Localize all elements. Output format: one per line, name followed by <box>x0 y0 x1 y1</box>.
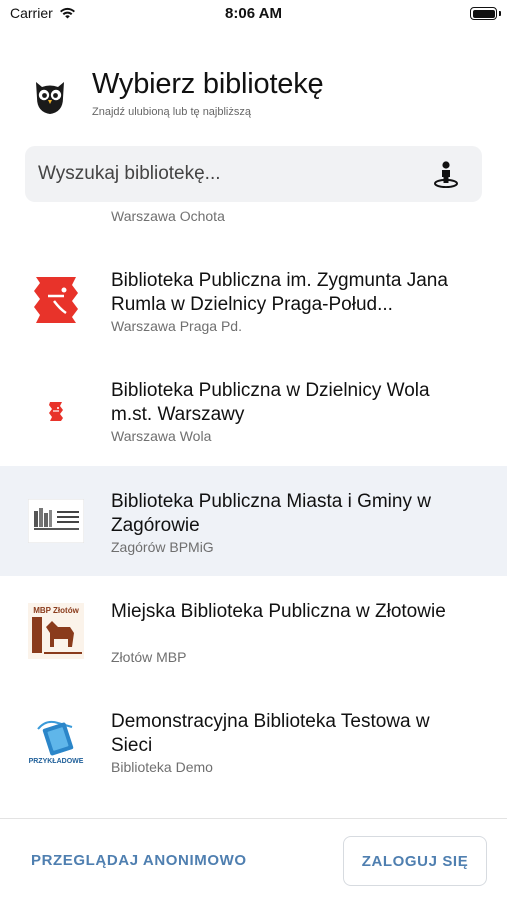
search-input[interactable] <box>38 146 428 202</box>
library-name: Biblioteka Publiczna w Dzielnicy Wola m.… <box>111 380 430 425</box>
footer: PRZEGLĄDAJ ANONIMOWO ZALOGUJ SIĘ <box>0 818 507 900</box>
library-row[interactable]: PRZYKŁADOWE Demonstracyjna Biblioteka Te… <box>0 686 507 796</box>
library-list[interactable]: Warszawa Ochota Biblioteka Publiczna im.… <box>0 204 507 818</box>
library-subtitle: Złotów MBP <box>111 649 187 665</box>
demo-logo-text: PRZYKŁADOWE <box>29 758 84 765</box>
wola-red-logo-icon <box>28 383 84 439</box>
page-subtitle: Znajdź ulubioną lub tę najbliższą <box>92 106 251 118</box>
list-top-fade <box>0 204 507 214</box>
library-subtitle: Zagórów BPMiG <box>111 539 214 555</box>
praga-red-logo-icon <box>28 271 84 327</box>
page-title: Wybierz bibliotekę <box>92 68 324 100</box>
browse-anonymously-button[interactable]: PRZEGLĄDAJ ANONIMOWO <box>31 852 247 869</box>
header: Wybierz bibliotekę Znajdź ulubioną lub t… <box>0 60 507 130</box>
library-row[interactable]: Biblioteka Publiczna w Dzielnicy Wola m.… <box>0 356 507 466</box>
zlotow-logo-text: MBP Złotów <box>33 606 79 615</box>
library-row[interactable]: MBP Złotów Miejska Biblioteka Publiczna … <box>0 576 507 686</box>
status-bar: Carrier 8:06 AM <box>0 0 507 28</box>
search-bar <box>25 146 482 202</box>
library-name: Biblioteka Publiczna Miasta i Gminy w Za… <box>111 491 431 536</box>
battery-cap <box>499 11 501 16</box>
library-subtitle: Biblioteka Demo <box>111 759 213 775</box>
library-subtitle: Warszawa Praga Pd. <box>111 318 242 334</box>
status-time: 8:06 AM <box>225 5 282 22</box>
owl-icon <box>36 82 64 114</box>
library-name: Biblioteka Publiczna im. Zygmunta Jana R… <box>111 270 448 315</box>
login-button[interactable]: ZALOGUJ SIĘ <box>343 836 487 886</box>
zlotow-logo-icon: MBP Złotów <box>28 603 84 659</box>
library-row[interactable]: Biblioteka Publiczna im. Zygmunta Jana R… <box>0 244 507 354</box>
battery-icon <box>470 7 497 20</box>
library-name: Demonstracyjna Biblioteka Testowa w Siec… <box>111 711 430 756</box>
library-row-selected[interactable]: Biblioteka Publiczna Miasta i Gminy w Za… <box>0 466 507 576</box>
demo-book-logo-icon: PRZYKŁADOWE <box>28 713 84 769</box>
zagorow-logo-icon <box>28 493 84 549</box>
person-location-icon[interactable] <box>432 160 460 188</box>
library-name: Miejska Biblioteka Publiczna w Złotowie <box>111 601 446 622</box>
library-subtitle: Warszawa Wola <box>111 428 212 444</box>
